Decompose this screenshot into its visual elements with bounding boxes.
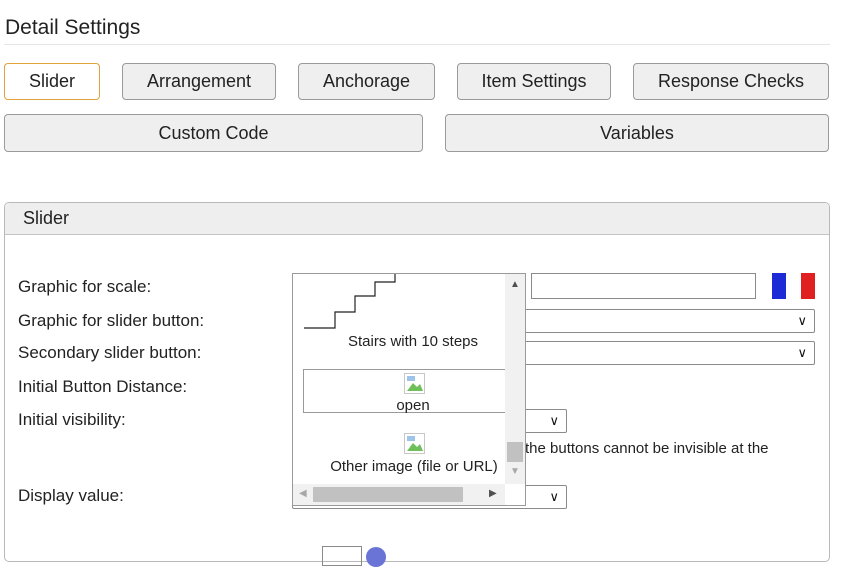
- chevron-down-icon: ∨: [549, 489, 559, 504]
- scroll-up-arrow-icon[interactable]: ▲: [510, 279, 520, 290]
- tab-arrangement[interactable]: Arrangement: [122, 63, 276, 100]
- graphic-for-scale-label: Graphic for scale:: [18, 277, 152, 296]
- graphic-for-slider-button-label: Graphic for slider button:: [18, 311, 205, 330]
- scroll-left-arrow-icon[interactable]: ◀: [299, 488, 307, 499]
- vertical-scroll-thumb[interactable]: [507, 442, 523, 462]
- button-distance-input[interactable]: [322, 546, 362, 566]
- panel-title: Slider: [23, 208, 70, 228]
- initial-visibility-label: Initial visibility:: [18, 410, 126, 429]
- tab-item-settings[interactable]: Item Settings: [457, 63, 611, 100]
- tab-slider[interactable]: Slider: [4, 63, 100, 100]
- display-value-label: Display value:: [18, 486, 124, 505]
- panel-header: Slider: [5, 203, 829, 235]
- chevron-down-icon: ∨: [797, 313, 807, 328]
- chevron-down-icon: ∨: [549, 413, 559, 428]
- scroll-down-arrow-icon[interactable]: ▼: [510, 466, 520, 477]
- scroll-right-arrow-icon[interactable]: ▶: [489, 488, 497, 499]
- info-icon[interactable]: [366, 547, 386, 567]
- visibility-note: the buttons cannot be invisible at the: [525, 440, 769, 457]
- title-divider: [4, 44, 830, 45]
- chevron-down-icon: ∨: [797, 345, 807, 360]
- option-stairs-10-label[interactable]: Stairs with 10 steps: [293, 333, 505, 350]
- broken-image-icon: [404, 433, 425, 454]
- tab-anchorage[interactable]: Anchorage: [298, 63, 435, 100]
- initial-button-distance-label: Initial Button Distance:: [18, 377, 188, 396]
- broken-image-icon: [404, 373, 425, 394]
- tab-response-checks[interactable]: Response Checks: [633, 63, 829, 100]
- secondary-slider-button-label: Secondary slider button:: [18, 343, 202, 362]
- page-title: Detail Settings: [5, 16, 141, 39]
- stairs-icon: [304, 274, 396, 329]
- scale-graphic-dropdown[interactable]: Stairs with 10 steps open Other image (f…: [292, 273, 526, 506]
- tab-custom-code[interactable]: Custom Code: [4, 114, 423, 152]
- horizontal-scroll-thumb[interactable]: [313, 487, 463, 502]
- option-open-label: open: [396, 397, 430, 414]
- tab-variables[interactable]: Variables: [445, 114, 829, 152]
- french-flag-icon[interactable]: [772, 273, 815, 299]
- scale-filename-input[interactable]: [531, 273, 756, 299]
- option-other-image-label[interactable]: Other image (file or URL): [293, 458, 505, 475]
